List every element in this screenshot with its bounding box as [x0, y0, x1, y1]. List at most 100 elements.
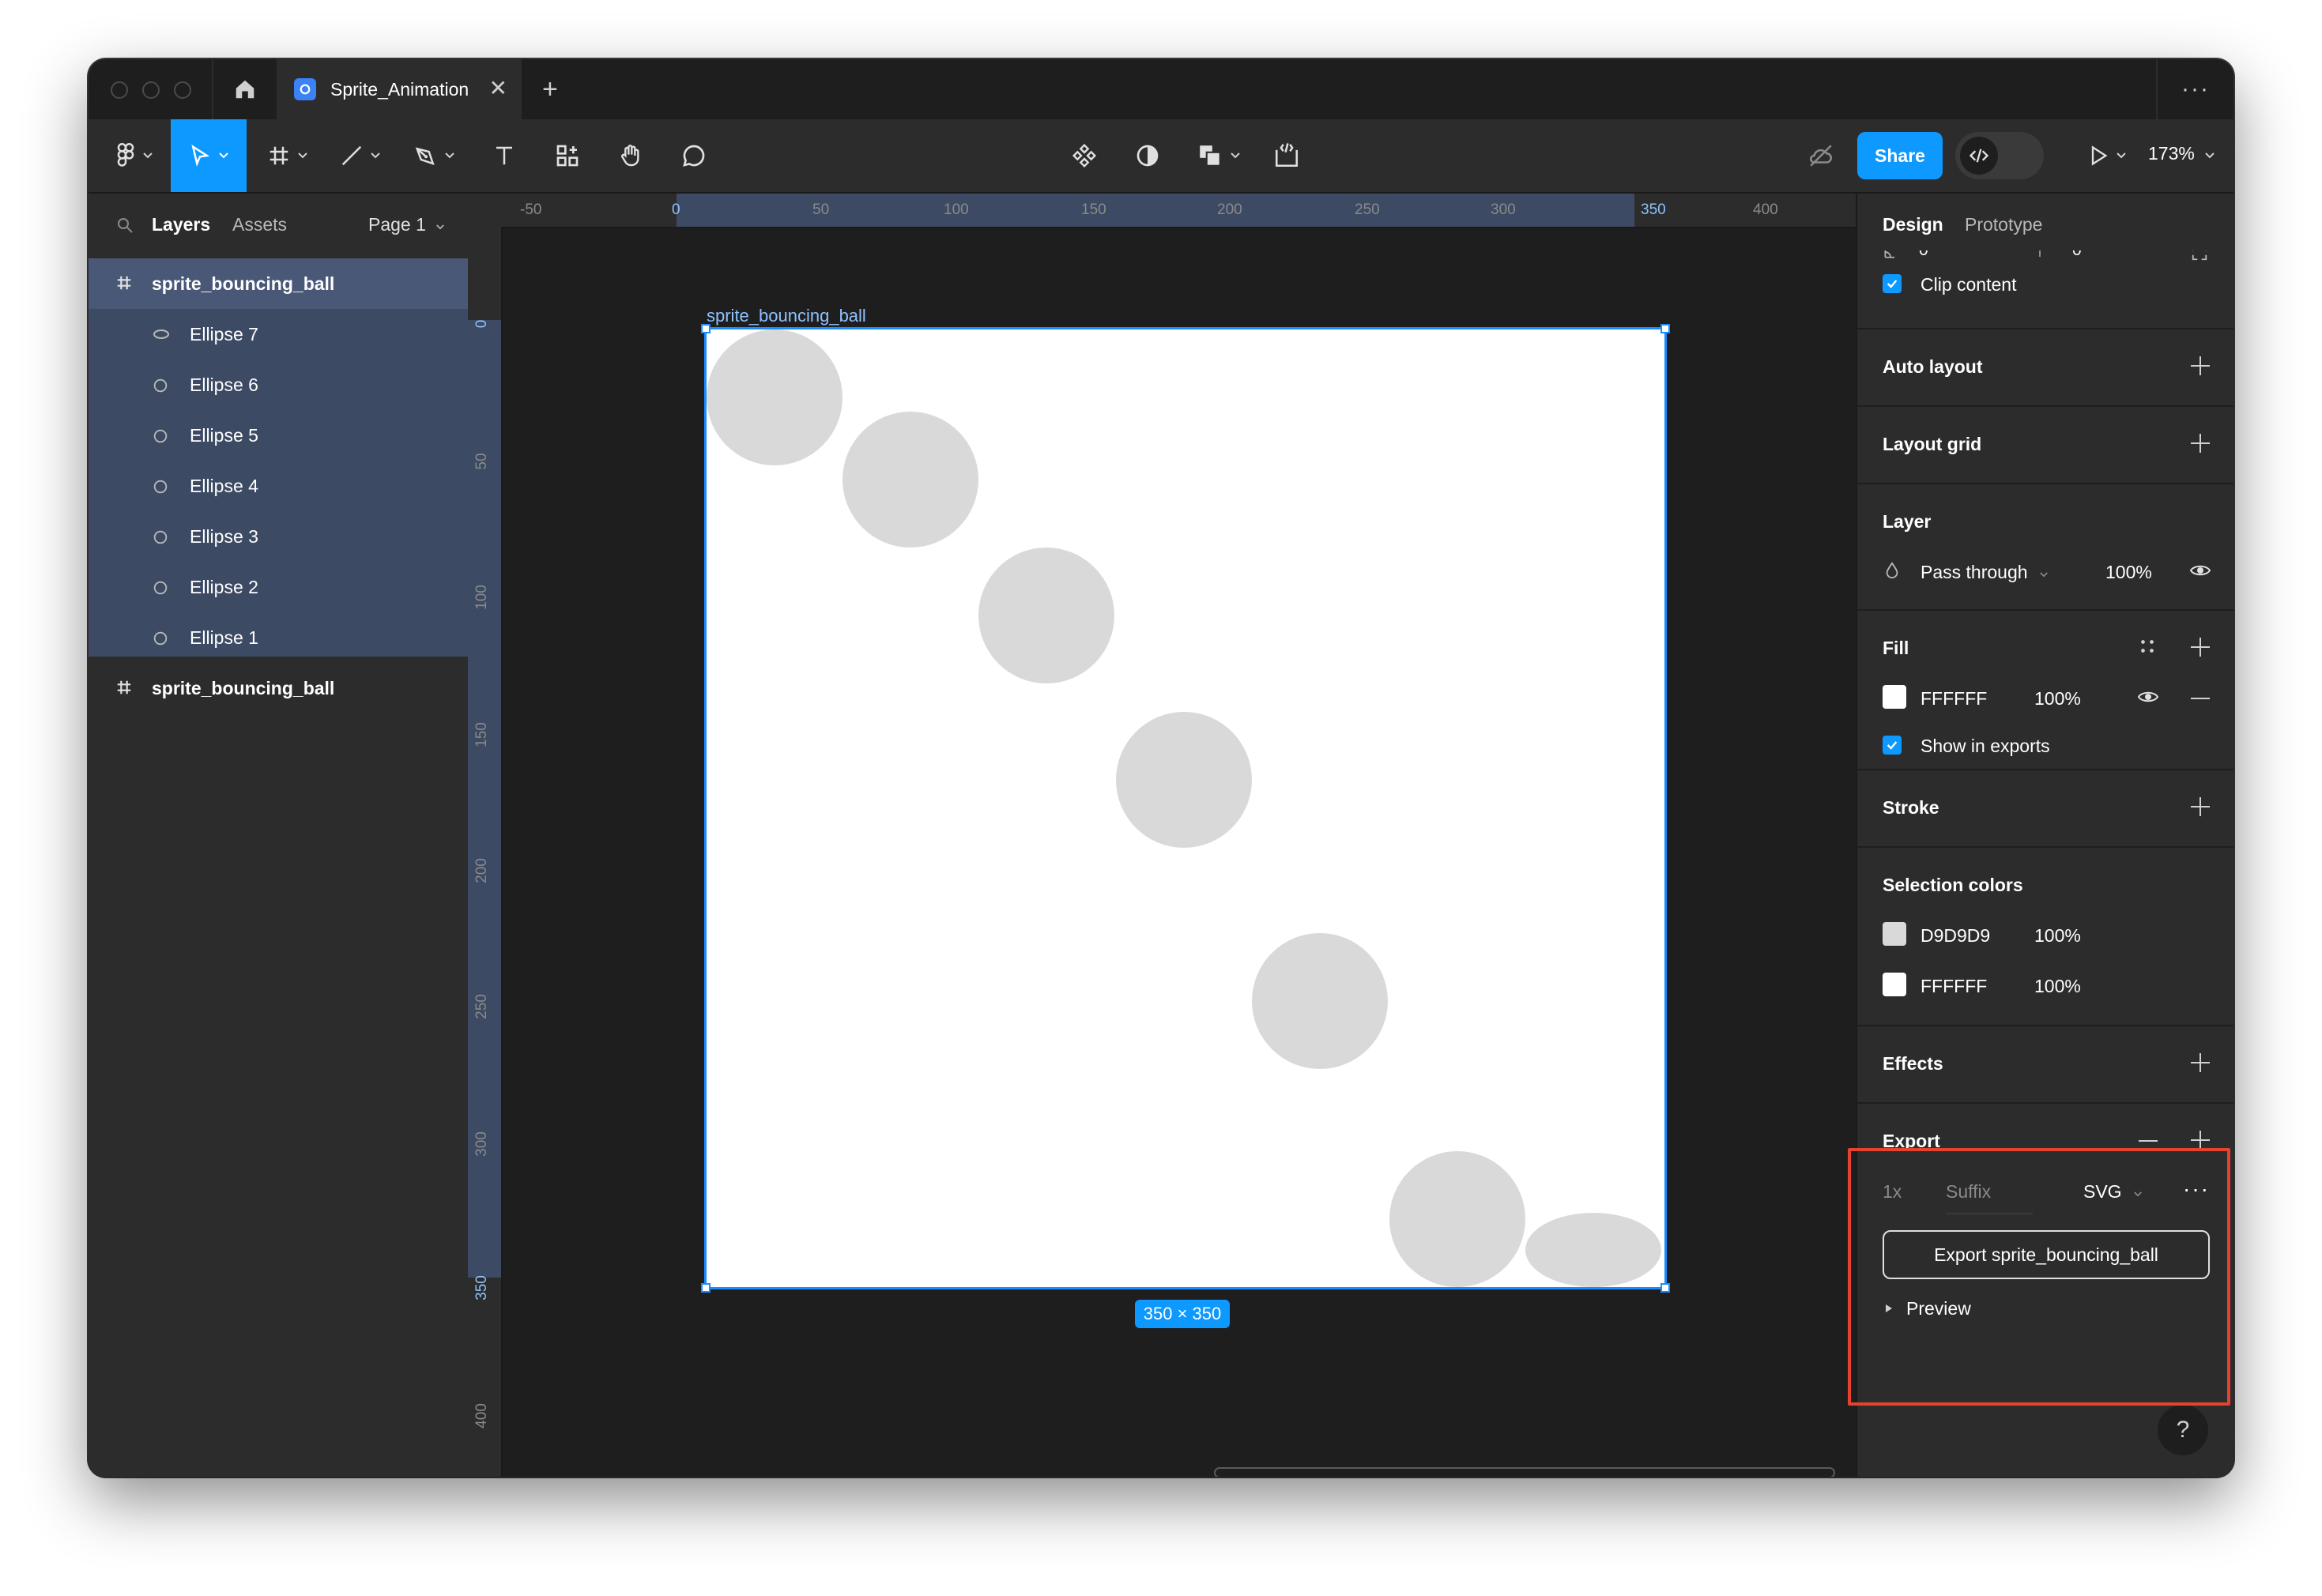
main-menu-button[interactable] — [104, 119, 164, 192]
home-tab[interactable] — [212, 59, 278, 119]
add-auto-layout-icon[interactable] — [2191, 356, 2210, 375]
move-tool-button[interactable] — [171, 119, 247, 192]
file-tab[interactable]: Sprite_Animation ✕ — [277, 59, 522, 119]
window-zoom-dot[interactable] — [174, 81, 191, 99]
tab-prototype[interactable]: Prototype — [1965, 214, 2042, 235]
show-in-exports-checkbox[interactable] — [1883, 736, 1902, 755]
styles-grid-icon[interactable] — [2139, 638, 2156, 655]
layer-label: Ellipse 4 — [190, 476, 258, 496]
share-button[interactable]: Share — [1857, 132, 1943, 179]
blend-mode-dropdown[interactable]: Pass through — [1921, 562, 2049, 583]
boolean-ops-button[interactable] — [1182, 119, 1255, 192]
line-tool-button[interactable] — [327, 119, 394, 192]
layers-panel: Layers Assets Page 1 sprite_bouncing_bal… — [89, 194, 469, 1477]
layer-row-ellipse[interactable]: Ellipse 7 — [89, 309, 468, 359]
pen-tool-button[interactable] — [401, 119, 468, 192]
export-format-dropdown[interactable]: SVG — [2083, 1181, 2143, 1203]
crop-tool-button[interactable] — [1261, 119, 1312, 192]
create-component-button[interactable] — [1059, 119, 1110, 192]
page-selector[interactable]: Page 1 — [368, 214, 445, 235]
ellipse-2-shape[interactable] — [842, 412, 978, 548]
remove-fill-icon[interactable] — [2191, 698, 2210, 699]
selection-color-hex[interactable]: D9D9D9 — [1921, 925, 1990, 947]
resize-handle-top-right[interactable] — [1660, 324, 1670, 333]
dev-mode-toggle[interactable] — [1955, 132, 2044, 179]
remove-export-icon[interactable] — [2139, 1140, 2158, 1142]
hand-tool-button[interactable] — [605, 119, 656, 192]
selected-frame[interactable] — [701, 324, 1670, 1293]
clip-content-checkbox[interactable] — [1883, 274, 1902, 293]
frame-name-label[interactable]: sprite_bouncing_ball — [707, 306, 866, 326]
ellipse-1-shape[interactable] — [707, 329, 842, 465]
resize-handle-bottom-right[interactable] — [1660, 1283, 1670, 1293]
export-preview-toggle[interactable]: Preview — [1906, 1298, 1971, 1319]
add-layout-grid-icon[interactable] — [2191, 434, 2210, 453]
export-settings-more-icon[interactable]: ··· — [2183, 1176, 2210, 1202]
selection-color-swatch[interactable] — [1883, 922, 1906, 946]
fill-opacity-input[interactable]: 100% — [2034, 688, 2081, 710]
ellipse-6-shape[interactable] — [1389, 1151, 1525, 1287]
search-icon[interactable] — [115, 216, 134, 235]
ruler-horizontal: -50 0 50 100 150 200 250 300 350 400 — [468, 194, 1856, 228]
export-button[interactable]: Export sprite_bouncing_ball — [1883, 1230, 2210, 1279]
fill-color-swatch[interactable] — [1883, 685, 1906, 709]
eye-icon[interactable] — [2137, 688, 2159, 706]
layer-row-frame[interactable]: sprite_bouncing_ball — [89, 663, 468, 713]
tab-layers[interactable]: Layers — [152, 214, 210, 235]
corner-radius-value[interactable]: 0 — [2072, 250, 2082, 260]
mask-button[interactable] — [1122, 119, 1173, 192]
layer-row-ellipse[interactable]: Ellipse 6 — [89, 359, 468, 410]
close-tab-icon[interactable]: ✕ — [489, 77, 507, 100]
fill-hex-input[interactable]: FFFFFF — [1921, 688, 1987, 710]
layer-row-ellipse[interactable]: Ellipse 1 — [89, 612, 468, 663]
zoom-dropdown[interactable]: 173% — [2148, 143, 2215, 164]
text-tool-button[interactable] — [479, 119, 530, 192]
present-button[interactable] — [2079, 119, 2135, 192]
window-close-dot[interactable] — [111, 81, 128, 99]
file-tab-label: Sprite_Animation — [330, 78, 469, 100]
selection-color-hex[interactable]: FFFFFF — [1921, 976, 1987, 997]
ruler-tick-label: 50 — [812, 201, 830, 218]
add-export-icon[interactable] — [2191, 1131, 2210, 1150]
add-stroke-icon[interactable] — [2191, 797, 2210, 816]
window-minimize-dot[interactable] — [142, 81, 160, 99]
more-options-icon[interactable]: ··· — [2156, 59, 2233, 119]
ellipse-icon — [153, 530, 168, 544]
layer-row-ellipse[interactable]: Ellipse 3 — [89, 511, 468, 562]
add-effect-icon[interactable] — [2191, 1053, 2210, 1072]
ellipse-7-shape[interactable] — [1525, 1213, 1661, 1287]
eye-icon[interactable] — [2189, 562, 2211, 579]
help-button[interactable]: ? — [2158, 1405, 2208, 1455]
layer-opacity-input[interactable]: 100% — [2105, 562, 2152, 583]
page-label: Page 1 — [368, 214, 426, 235]
rotation-value[interactable]: 0° — [1919, 250, 1935, 260]
horizontal-scrollbar[interactable] — [1214, 1467, 1835, 1477]
selection-color-opacity[interactable]: 100% — [2034, 925, 2081, 947]
resources-tool-button[interactable] — [542, 119, 593, 192]
layer-row-ellipse[interactable]: Ellipse 4 — [89, 461, 468, 511]
ellipse-4-shape[interactable] — [1116, 712, 1252, 848]
layer-row-ellipse[interactable]: Ellipse 2 — [89, 562, 468, 612]
selection-color-opacity[interactable]: 100% — [2034, 976, 2081, 997]
ellipse-3-shape[interactable] — [978, 548, 1114, 683]
ellipse-flat-icon — [153, 329, 169, 339]
layout-grid-section: Layout grid — [1857, 405, 2233, 483]
frame-tool-button[interactable] — [254, 119, 321, 192]
layer-row-frame[interactable]: sprite_bouncing_ball — [89, 258, 468, 309]
comment-tool-button[interactable] — [669, 119, 719, 192]
layer-row-ellipse[interactable]: Ellipse 5 — [89, 410, 468, 461]
tab-assets[interactable]: Assets — [232, 214, 287, 235]
add-fill-icon[interactable] — [2191, 638, 2210, 657]
new-tab-button[interactable]: + — [542, 73, 558, 105]
export-scale-input[interactable]: 1x — [1883, 1181, 1902, 1203]
selection-color-swatch[interactable] — [1883, 973, 1906, 996]
chevron-down-icon — [143, 152, 153, 159]
design-canvas[interactable]: sprite_bouncing_ball 350 × 350 — [503, 228, 1856, 1477]
ellipse-5-shape[interactable] — [1252, 933, 1388, 1069]
figma-logo-icon — [117, 143, 134, 167]
export-suffix-input[interactable]: Suffix — [1946, 1181, 2033, 1214]
resize-handle-top-left[interactable] — [701, 324, 711, 333]
resize-handle-bottom-left[interactable] — [701, 1283, 711, 1293]
hide-ui-button[interactable] — [1796, 119, 1846, 192]
tab-design[interactable]: Design — [1883, 214, 1943, 235]
